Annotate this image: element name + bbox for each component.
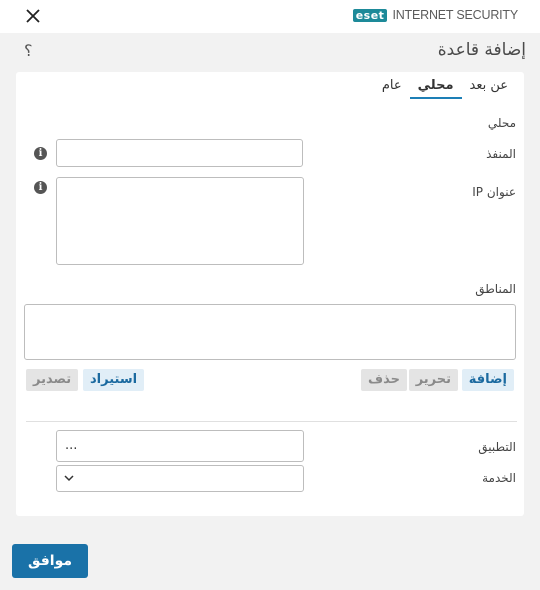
tab-local[interactable]: محلي <box>409 78 462 99</box>
ip-textarea[interactable] <box>56 177 304 265</box>
brand: eset INTERNET SECURITY <box>352 8 518 22</box>
ip-label: عنوان IP <box>472 185 516 199</box>
delete-button[interactable]: حذف <box>361 369 407 391</box>
port-input[interactable] <box>56 139 303 167</box>
help-icon[interactable]: ؟ <box>24 41 33 60</box>
import-button[interactable]: استيراد <box>83 369 145 391</box>
application-input[interactable]: ... <box>56 430 304 462</box>
service-select[interactable] <box>56 465 304 492</box>
zones-label: المناطق <box>475 282 516 296</box>
close-icon[interactable] <box>24 7 42 25</box>
tab-general[interactable]: عام <box>374 78 410 99</box>
info-icon[interactable]: i <box>34 147 47 160</box>
product-name: INTERNET SECURITY <box>392 8 518 22</box>
info-icon[interactable]: i <box>34 181 47 194</box>
port-label: المنفذ <box>486 147 516 161</box>
application-label: التطبيق <box>478 440 516 454</box>
tab-remote[interactable]: عن بعد <box>462 78 517 99</box>
dialog-title: إضافة قاعدة <box>437 40 526 60</box>
eset-logo: eset <box>352 8 388 22</box>
divider <box>26 421 517 422</box>
ok-button[interactable]: موافق <box>12 544 88 578</box>
title-bar: eset INTERNET SECURITY <box>0 0 540 33</box>
add-button[interactable]: إضافة <box>461 369 514 391</box>
rule-panel: عام محلي عن بعد محلي المنفذ i عنوان IP i… <box>16 72 524 516</box>
edit-button[interactable]: تحرير <box>408 369 458 391</box>
tab-bar: عام محلي عن بعد <box>374 78 516 99</box>
chevron-down-icon <box>64 475 74 482</box>
zones-list[interactable] <box>24 304 516 360</box>
section-label-local: محلي <box>487 116 516 130</box>
service-label: الخدمة <box>482 471 516 485</box>
export-button[interactable]: تصدير <box>26 369 79 391</box>
